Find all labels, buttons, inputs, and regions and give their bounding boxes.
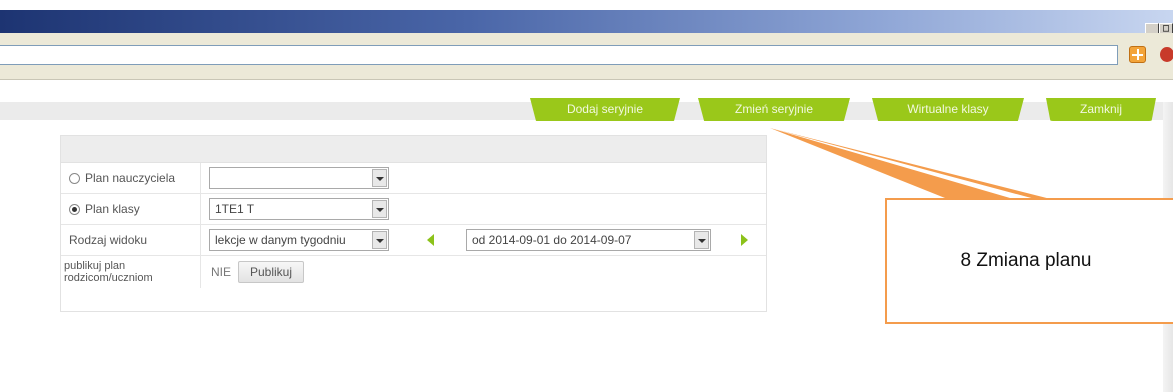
address-bar[interactable] bbox=[0, 45, 1118, 65]
addon-red-icon[interactable] bbox=[1160, 47, 1173, 62]
browser-toolbar bbox=[0, 33, 1173, 80]
window-title-bar: _ □ bbox=[0, 0, 1173, 36]
annotation-pointer-wedge bbox=[770, 128, 1010, 198]
annotation-callout: 8 Zmiana planu bbox=[885, 198, 1173, 324]
addon-icon[interactable] bbox=[1129, 46, 1146, 63]
annotation-text: 8 Zmiana planu bbox=[960, 250, 1092, 271]
